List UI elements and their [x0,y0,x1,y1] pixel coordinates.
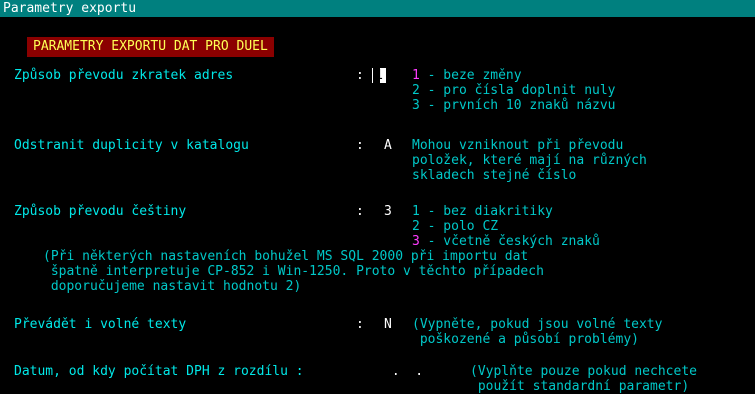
window-title: Parametry exportu [0,0,755,17]
czech-note-3: doporučujeme nastavit hodnotu 2) [43,279,302,294]
addresses-option-3-num: 3 [412,98,420,113]
text-cursor [373,68,380,83]
czech-option-2[interactable]: 2 - polo CZ [412,220,498,234]
addresses-option-2-text: - pro čísla doplnit nuly [419,83,616,98]
addresses-option-1-text: - beze změny [419,68,522,83]
duplicates-help-3: skladech stejné číslo [412,168,577,183]
free-texts-help-1: (Vypněte, pokud jsou volné texty [412,317,663,332]
addresses-option-1[interactable]: 1 - beze změny [412,69,522,83]
czech-option-1-text: - bez diakritiky [419,204,553,219]
free-texts-label: Převádět i volné texty [14,317,187,332]
addresses-option-3[interactable]: 3 - prvních 10 znaků názvu [412,99,616,113]
czech-value[interactable]: 3 [384,205,392,219]
addresses-label: Způsob převodu zkratek adres [14,68,234,83]
czech-option-3-num: 3 [412,234,420,249]
addresses-option-1-num: 1 [412,68,420,83]
export-heading: PARAMETRY EXPORTU DAT PRO DUEL [27,37,274,57]
duplicates-value[interactable]: A [384,139,392,153]
czech-colon: : [356,204,364,219]
czech-option-1[interactable]: 1 - bez diakritiky [412,205,553,219]
vat-date-label: Datum, od kdy počítat DPH z rozdílu : [14,364,304,379]
czech-option-2-num: 2 [412,219,420,234]
free-texts-colon: : [356,317,364,332]
duplicates-help-2: položek, které mají na různých [412,153,647,168]
addresses-option-2[interactable]: 2 - pro čísla doplnit nuly [412,84,616,98]
addresses-option-3-text: - prvních 10 znaků názvu [419,98,616,113]
czech-option-2-text: - polo CZ [419,219,499,234]
vat-date-value[interactable]: . . [384,365,423,379]
czech-option-3[interactable]: 3 - včetně českých znaků [412,235,600,249]
free-texts-help-2: poškozené a působí problémy) [412,332,639,347]
vat-date-help-2: použít standardní parametr) [470,379,690,394]
czech-option-3-text: - včetně českých znaků [419,234,600,249]
czech-note-2: špatně interpretuje CP-852 i Win-1250. P… [43,264,544,279]
duplicates-label: Odstranit duplicity v katalogu [14,138,249,153]
duplicates-colon: : [356,138,364,153]
vat-date-help-1: (Vyplňte pouze pokud nechcete [470,364,697,379]
duplicates-help-1: Mohou vzniknout při převodu [412,138,624,153]
czech-option-1-num: 1 [412,204,420,219]
addresses-option-2-num: 2 [412,83,420,98]
free-texts-value[interactable]: N [384,318,392,332]
czech-label: Způsob převodu češtiny [14,204,187,219]
czech-note-1: (Při některých nastaveních bohužel MS SQ… [43,249,529,264]
addresses-colon: : [356,68,364,83]
